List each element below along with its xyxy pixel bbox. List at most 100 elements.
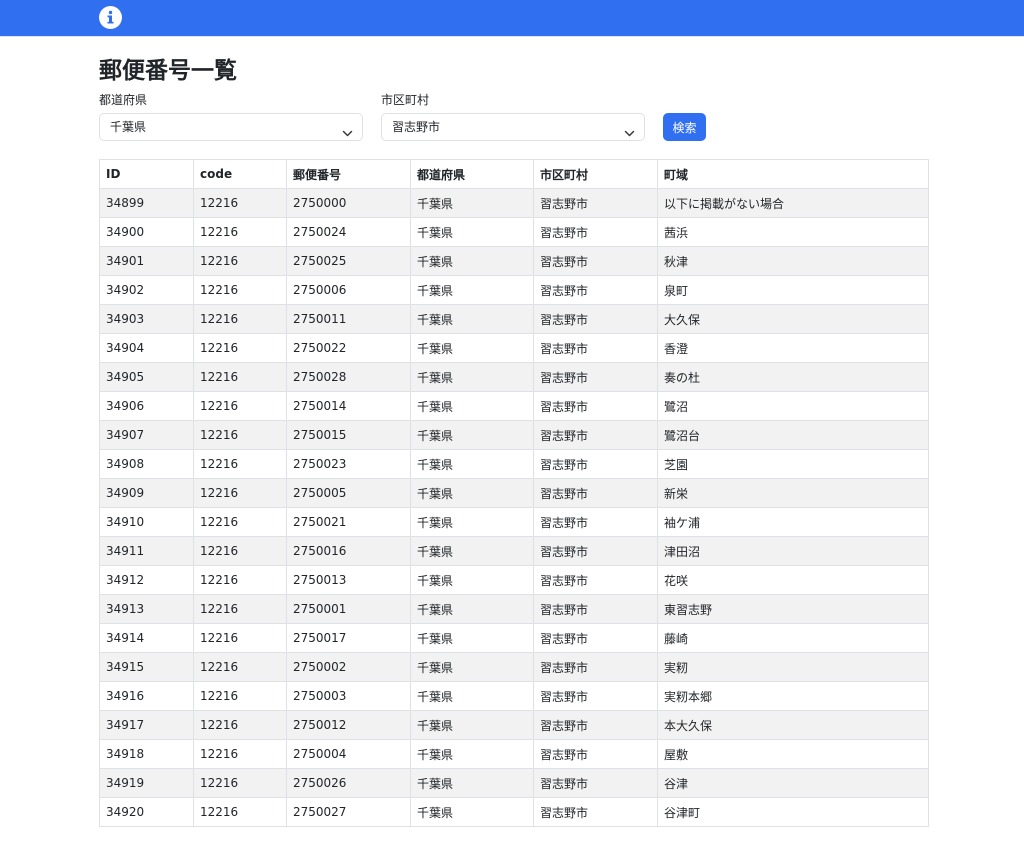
cell-id: 34916 [99,681,194,711]
table-row: 34919 12216 2750026 千葉県 習志野市 谷津 [99,768,929,798]
cell-postal-code: 2750004 [286,739,411,769]
cell-postal-code: 2750013 [286,565,411,595]
cell-city: 習志野市 [533,739,658,769]
table-row: 34918 12216 2750004 千葉県 習志野市 屋敷 [99,739,929,769]
cell-postal-code: 2750025 [286,246,411,276]
cell-id: 34900 [99,217,194,247]
cell-code: 12216 [193,333,287,363]
cell-postal-code: 2750021 [286,507,411,537]
cell-town: 谷津 [657,768,929,798]
cell-prefecture: 千葉県 [410,362,534,392]
cell-city: 習志野市 [533,565,658,595]
cell-id: 34920 [99,797,194,827]
table-row: 34907 12216 2750015 千葉県 習志野市 鷺沼台 [99,420,929,450]
cell-prefecture: 千葉県 [410,304,534,334]
cell-code: 12216 [193,449,287,479]
table-row: 34900 12216 2750024 千葉県 習志野市 茜浜 [99,217,929,247]
table-row: 34901 12216 2750025 千葉県 習志野市 秋津 [99,246,929,276]
cell-city: 習志野市 [533,681,658,711]
table-row: 34905 12216 2750028 千葉県 習志野市 奏の杜 [99,362,929,392]
cell-city: 習志野市 [533,594,658,624]
city-label: 市区町村 [381,93,430,107]
cell-postal-code: 2750015 [286,420,411,450]
cell-city: 習志野市 [533,217,658,247]
cell-postal-code: 2750014 [286,391,411,421]
city-select[interactable]: 習志野市 [381,113,645,141]
header-town: 町域 [657,159,929,189]
cell-town: 鷺沼台 [657,420,929,450]
cell-prefecture: 千葉県 [410,681,534,711]
cell-city: 習志野市 [533,275,658,305]
prefecture-select[interactable]: 千葉県 [99,113,363,141]
cell-postal-code: 2750012 [286,710,411,740]
cell-code: 12216 [193,362,287,392]
cell-town: 袖ケ浦 [657,507,929,537]
cell-code: 12216 [193,246,287,276]
cell-town: 屋敷 [657,739,929,769]
cell-postal-code: 2750027 [286,797,411,827]
table-row: 34911 12216 2750016 千葉県 習志野市 津田沼 [99,536,929,566]
info-icon[interactable] [99,6,122,29]
cell-code: 12216 [193,768,287,798]
cell-prefecture: 千葉県 [410,391,534,421]
cell-id: 34914 [99,623,194,653]
cell-town: 鷺沼 [657,391,929,421]
search-button[interactable]: 検索 [663,113,706,141]
cell-code: 12216 [193,478,287,508]
cell-prefecture: 千葉県 [410,217,534,247]
cell-code: 12216 [193,565,287,595]
cell-city: 習志野市 [533,304,658,334]
cell-town: 実籾本郷 [657,681,929,711]
cell-code: 12216 [193,275,287,305]
cell-town: 茜浜 [657,217,929,247]
cell-town: 花咲 [657,565,929,595]
cell-postal-code: 2750022 [286,333,411,363]
cell-prefecture: 千葉県 [410,536,534,566]
chevron-down-icon [624,122,635,148]
cell-id: 34907 [99,420,194,450]
header-city: 市区町村 [533,159,658,189]
cell-id: 34902 [99,275,194,305]
cell-city: 習志野市 [533,536,658,566]
cell-code: 12216 [193,797,287,827]
cell-postal-code: 2750023 [286,449,411,479]
cell-prefecture: 千葉県 [410,449,534,479]
table-row: 34909 12216 2750005 千葉県 習志野市 新栄 [99,478,929,508]
cell-town: 以下に掲載がない場合 [657,188,929,218]
cell-town: 実籾 [657,652,929,682]
cell-town: 新栄 [657,478,929,508]
cell-city: 習志野市 [533,478,658,508]
cell-id: 34903 [99,304,194,334]
cell-prefecture: 千葉県 [410,594,534,624]
cell-town: 芝園 [657,449,929,479]
cell-postal-code: 2750003 [286,681,411,711]
cell-id: 34917 [99,710,194,740]
cell-city: 習志野市 [533,188,658,218]
table-row: 34912 12216 2750013 千葉県 習志野市 花咲 [99,565,929,595]
cell-postal-code: 2750016 [286,536,411,566]
cell-city: 習志野市 [533,768,658,798]
cell-city: 習志野市 [533,333,658,363]
cell-prefecture: 千葉県 [410,420,534,450]
table-row: 34910 12216 2750021 千葉県 習志野市 袖ケ浦 [99,507,929,537]
cell-town: 香澄 [657,333,929,363]
cell-postal-code: 2750006 [286,275,411,305]
cell-town: 藤崎 [657,623,929,653]
cell-town: 泉町 [657,275,929,305]
prefecture-select-value: 千葉県 [110,120,147,134]
cell-prefecture: 千葉県 [410,246,534,276]
cell-id: 34905 [99,362,194,392]
table-header-row: ID code 郵便番号 都道府県 市区町村 町域 [99,159,929,189]
header-id: ID [99,159,194,189]
cell-town: 津田沼 [657,536,929,566]
cell-postal-code: 2750000 [286,188,411,218]
cell-code: 12216 [193,188,287,218]
postal-code-table: ID code 郵便番号 都道府県 市区町村 町域 34899 12216 2750000 千葉… [99,159,929,827]
table-row: 34908 12216 2750023 千葉県 習志野市 芝園 [99,449,929,479]
table-row: 34913 12216 2750001 千葉県 習志野市 東習志野 [99,594,929,624]
cell-code: 12216 [193,507,287,537]
cell-prefecture: 千葉県 [410,275,534,305]
cell-code: 12216 [193,536,287,566]
city-select-value: 習志野市 [392,120,441,134]
top-navbar [0,0,1024,37]
